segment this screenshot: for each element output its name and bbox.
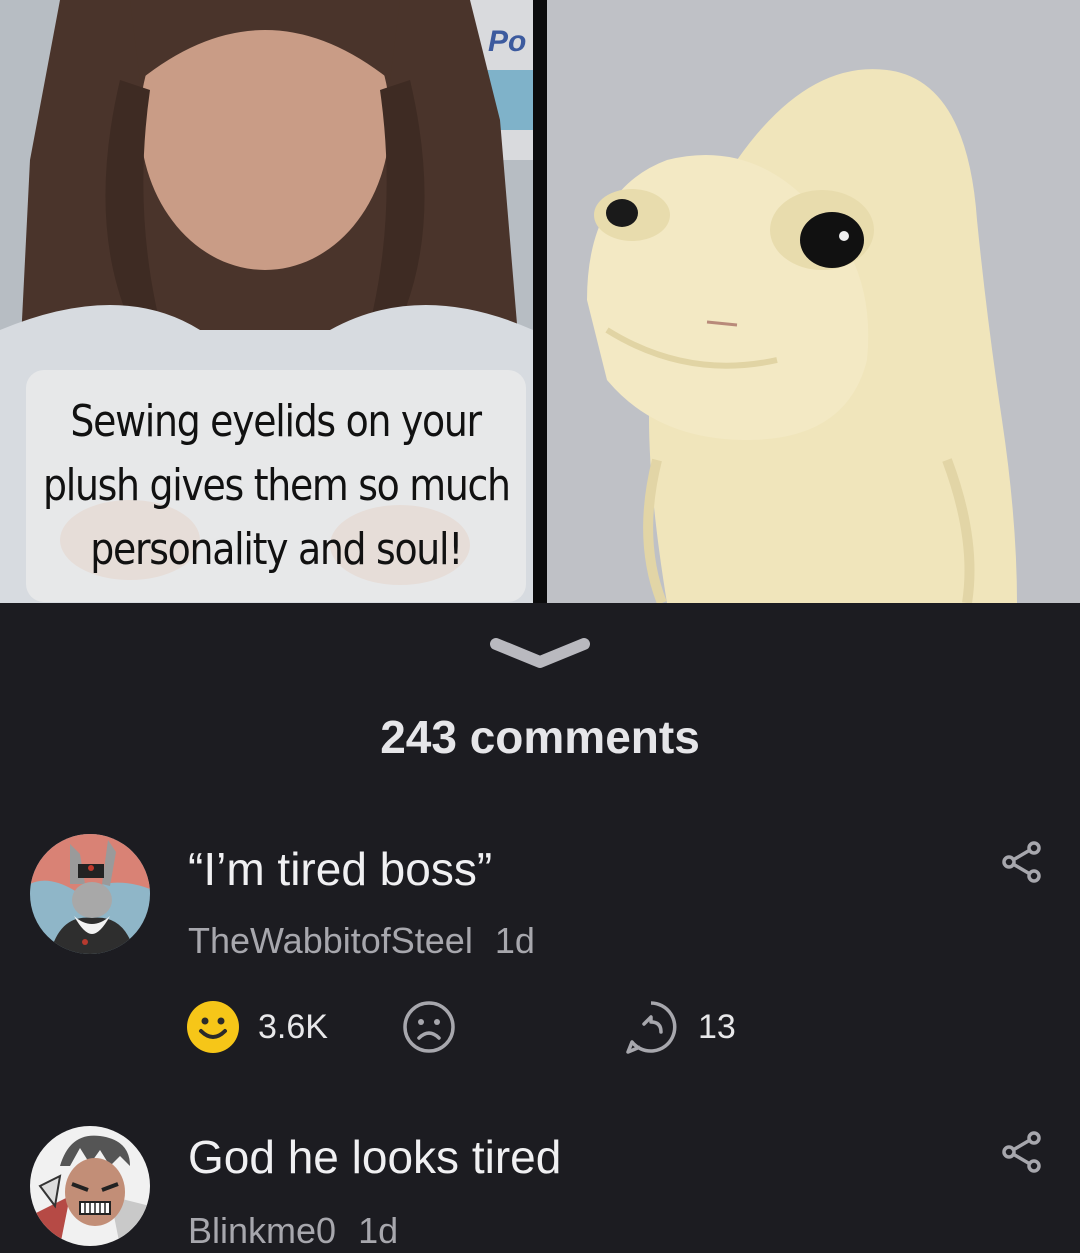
comment-text: “I’m tired boss” (188, 843, 493, 895)
smile-icon (187, 1001, 239, 1053)
reply-icon (626, 1001, 677, 1054)
share-icon[interactable] (1000, 1130, 1044, 1174)
image-divider (533, 0, 547, 603)
watermark-text: Po (488, 25, 527, 58)
comment-meta: Blinkme0 1d (188, 1210, 398, 1252)
caption-line-2: plush gives them so much (42, 460, 511, 511)
rabbit-avatar-image (30, 834, 150, 954)
image-caption: Sewing eyelids on your plush gives them … (26, 370, 526, 602)
comment-age: 1d (358, 1210, 399, 1251)
left-photo: Po Sewing eyelids on your plush gives th… (0, 0, 533, 603)
angry-character-avatar-image (30, 1126, 150, 1246)
comment-username[interactable]: Blinkme0 (188, 1210, 336, 1251)
caption-line-3: personality and soul! (90, 524, 463, 575)
avatar[interactable] (30, 1126, 150, 1246)
post-media[interactable]: Po Sewing eyelids on your plush gives th… (0, 0, 1080, 603)
upvote-count: 3.6K (258, 1007, 328, 1046)
right-photo (547, 0, 1080, 603)
frown-icon (403, 1001, 455, 1053)
reply-button[interactable]: 13 (624, 1000, 736, 1054)
avatar[interactable] (30, 834, 150, 954)
caption-line-1: Sewing eyelids on your (70, 396, 483, 447)
chevron-down-icon[interactable] (488, 634, 592, 674)
comment-text: God he looks tired (188, 1131, 562, 1183)
reply-count: 13 (698, 1007, 736, 1046)
comment-actions: 3.6K 13 (0, 1000, 1080, 1060)
comment-username[interactable]: TheWabbitofSteel (188, 920, 473, 961)
plush-seal-illustration (547, 0, 1080, 603)
comments-count-heading: 243 comments (380, 711, 700, 763)
share-icon[interactable] (1000, 840, 1044, 884)
comment-meta: TheWabbitofSteel 1d (188, 920, 535, 962)
upvote-button[interactable]: 3.6K (186, 1000, 328, 1054)
downvote-button[interactable] (402, 1000, 456, 1054)
comment-age: 1d (494, 920, 535, 961)
